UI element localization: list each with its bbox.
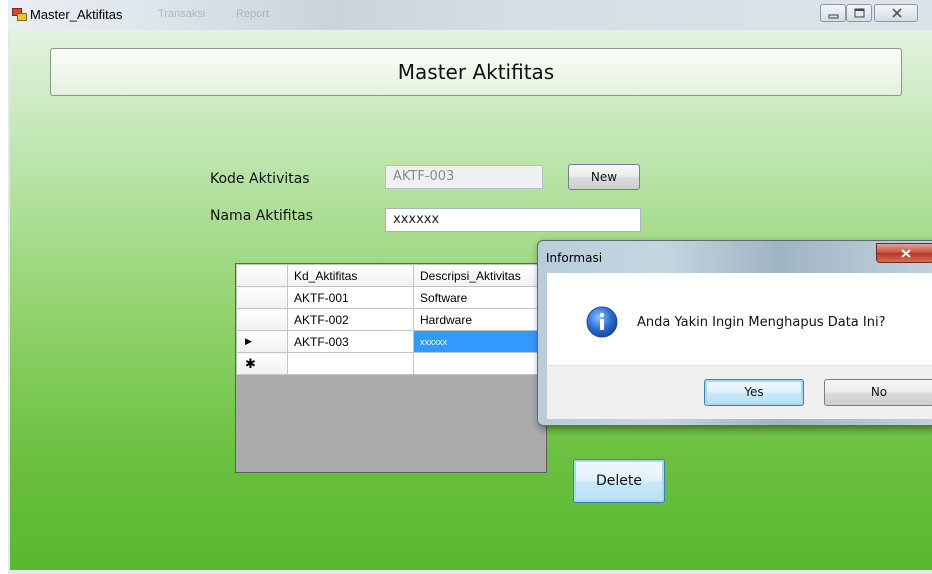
app-icon [12, 8, 27, 21]
row-header-corner [236, 264, 288, 287]
close-icon [892, 8, 902, 18]
delete-button[interactable]: Delete [573, 459, 665, 503]
cell-kd[interactable]: AKTF-002 [287, 308, 414, 331]
cell-desc[interactable] [413, 352, 546, 375]
no-button[interactable]: No [824, 379, 932, 406]
dialog-close-button[interactable] [876, 243, 932, 263]
dialog-title: Informasi [546, 251, 603, 265]
nama-aktifitas-label: Nama Aktifitas [210, 208, 313, 224]
minimize-icon [828, 14, 839, 19]
dialog-message: Anda Yakin Ingin Menghapus Data Ini? [637, 315, 886, 330]
column-header-desc[interactable]: Descripsi_Aktivitas [413, 264, 546, 287]
row-indicator[interactable] [236, 308, 288, 331]
cell-desc[interactable]: Software [413, 286, 546, 309]
header-panel: Master Aktifitas [50, 48, 902, 96]
kode-aktivitas-label: Kode Aktivitas [210, 171, 310, 187]
maximize-icon [854, 8, 865, 18]
column-header-kd[interactable]: Kd_Aktifitas [287, 264, 414, 287]
confirm-dialog: Informasi Anda Yakin Ingin Menghapus Dat… [537, 240, 932, 426]
background-tab-label: Transaksi [158, 8, 206, 20]
close-icon [901, 249, 911, 258]
title-bar[interactable]: Master_Aktifitas Transaksi Report [8, 0, 932, 30]
cell-desc-selected[interactable]: xxxxxx [413, 330, 546, 353]
main-window: Master_Aktifitas Transaksi Report Master… [8, 0, 932, 574]
grid-header-row: Kd_Aktifitas Descripsi_Aktivitas [236, 264, 546, 287]
new-row[interactable]: ✱ [236, 352, 546, 375]
dialog-body: Anda Yakin Ingin Menghapus Data Ini? [547, 273, 932, 365]
cell-kd[interactable]: AKTF-001 [287, 286, 414, 309]
dialog-footer: Yes No [547, 365, 932, 419]
info-icon [586, 306, 618, 338]
new-row-asterisk-icon: ✱ [236, 352, 288, 375]
page-title: Master Aktifitas [397, 60, 555, 84]
cell-desc[interactable]: Hardware [413, 308, 546, 331]
cell-kd[interactable] [287, 352, 414, 375]
table-row[interactable]: AKTF-002 Hardware [236, 308, 546, 331]
data-grid[interactable]: Kd_Aktifitas Descripsi_Aktivitas AKTF-00… [235, 263, 547, 473]
close-button[interactable] [874, 4, 918, 22]
new-button[interactable]: New [568, 164, 640, 190]
cell-kd[interactable]: AKTF-003 [287, 330, 414, 353]
background-tab-label: Report [236, 8, 270, 20]
window-title: Master_Aktifitas [30, 7, 123, 22]
kode-aktivitas-field[interactable]: AKTF-003 [385, 165, 543, 189]
maximize-button[interactable] [846, 4, 872, 22]
table-row[interactable]: AKTF-001 Software [236, 286, 546, 309]
minimize-button[interactable] [820, 4, 846, 22]
yes-button[interactable]: Yes [704, 379, 804, 406]
row-indicator[interactable] [236, 286, 288, 309]
current-row-arrow-icon: ▶ [236, 330, 288, 353]
table-row-selected[interactable]: ▶ AKTF-003 xxxxxx [236, 330, 546, 353]
nama-aktifitas-field[interactable]: xxxxxx [385, 208, 641, 232]
